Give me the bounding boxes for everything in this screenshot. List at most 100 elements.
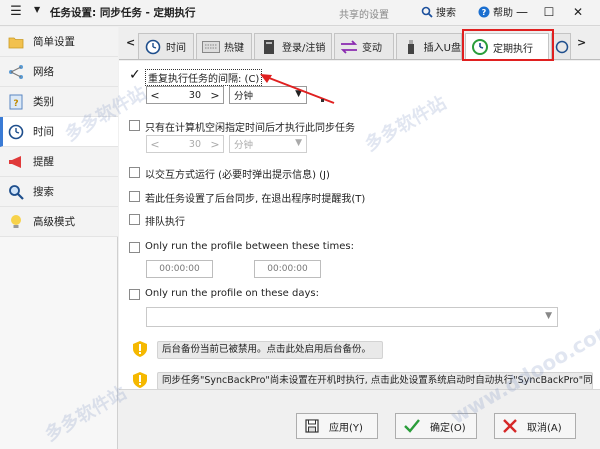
chevron-left-icon[interactable]: < xyxy=(147,138,163,151)
tab-usb[interactable]: 插入U盘 xyxy=(396,33,462,59)
search-button-label: 搜索 xyxy=(436,8,456,19)
help-button-label: 帮助 xyxy=(493,8,513,19)
ok-button[interactable]: 确定(O) xyxy=(395,413,477,439)
change-icon xyxy=(340,38,358,56)
magnifier-icon xyxy=(8,184,24,200)
svg-text:?: ? xyxy=(13,99,18,109)
sidebar-item-network[interactable]: 网络 xyxy=(0,57,118,87)
cancel-button[interactable]: 取消(A) xyxy=(494,413,576,439)
on-days-label: Only run the profile on these days: xyxy=(145,288,319,299)
sidebar: 简单设置 网络 ? 类别 时间 提醒 搜索 高级模式 xyxy=(0,27,118,449)
sidebar-item-simple-settings[interactable]: 简单设置 xyxy=(0,27,118,57)
apply-button[interactable]: 应用(Y) xyxy=(296,413,378,439)
warning-shield-icon xyxy=(133,341,147,357)
window-title: 任务设置: 同步任务 - 定期执行 xyxy=(50,7,196,19)
tab-label: 登录/注销 xyxy=(282,43,326,54)
idle-time-unit-select[interactable]: 分钟 ▼ xyxy=(229,135,307,153)
help-button[interactable]: ? 帮助 xyxy=(478,4,513,19)
chevron-right-icon[interactable]: > xyxy=(207,138,223,151)
minimize-button[interactable]: — xyxy=(512,3,532,21)
clock-icon xyxy=(8,124,24,140)
sidebar-item-search[interactable]: 搜索 xyxy=(0,177,118,207)
clock-icon xyxy=(554,38,570,56)
shared-settings-button[interactable]: 共享的设置 xyxy=(339,6,389,21)
start-time-input[interactable]: 00:00:00 xyxy=(146,260,213,278)
repeat-interval-stepper[interactable]: < 30 > xyxy=(146,86,224,104)
startup-not-set-notice[interactable]: 同步任务"SyncBackPro"尚未设置在开机时执行, 点击此处设置系统启动时… xyxy=(157,372,593,390)
search-icon xyxy=(421,6,433,18)
apply-button-label: 应用(Y) xyxy=(329,422,363,434)
background-sync-checkbox[interactable] xyxy=(129,191,140,202)
dot-mark xyxy=(321,99,324,102)
category-icon: ? xyxy=(8,94,24,110)
queue-checkbox[interactable] xyxy=(129,214,140,225)
interactive-label: 以交互方式运行 (必要时弹出提示信息) (J) xyxy=(145,170,330,181)
repeat-interval-unit: 分钟 xyxy=(234,91,254,102)
sidebar-item-time[interactable]: 时间 xyxy=(0,117,118,147)
svg-text:?: ? xyxy=(482,8,487,17)
days-select[interactable]: ▼ xyxy=(146,307,558,327)
sidebar-item-label: 搜索 xyxy=(33,186,54,198)
end-time-input[interactable]: 00:00:00 xyxy=(254,260,321,278)
ok-button-label: 确定(O) xyxy=(430,422,466,434)
tab-label: 热键 xyxy=(224,43,244,54)
sidebar-item-label: 时间 xyxy=(33,126,54,138)
save-icon xyxy=(305,419,319,433)
tab-login-logout[interactable]: 登录/注销 xyxy=(254,33,332,59)
tab-label: 插入U盘 xyxy=(423,43,461,54)
chevron-down-icon: ▼ xyxy=(295,138,302,148)
hamburger-menu-icon[interactable]: ☰ xyxy=(8,4,24,20)
title-bar: ☰ ▼ 任务设置: 同步任务 - 定期执行 共享的设置 搜索 ? 帮助 — ☐ … xyxy=(0,0,600,26)
tab-overflow[interactable] xyxy=(551,33,571,59)
highlight-annotation xyxy=(462,29,554,61)
chevron-down-icon[interactable]: ▼ xyxy=(34,5,40,14)
close-icon xyxy=(503,419,517,433)
computer-icon xyxy=(260,38,278,56)
lightbulb-icon xyxy=(8,214,24,230)
tab-hotkey[interactable]: 热键 xyxy=(196,33,252,59)
megaphone-icon xyxy=(8,154,24,170)
repeat-interval-checkbox[interactable]: ✓ xyxy=(129,68,141,82)
search-button[interactable]: 搜索 xyxy=(421,4,456,19)
sidebar-item-label: 提醒 xyxy=(33,156,54,168)
chevron-down-icon: ▼ xyxy=(545,311,552,321)
sidebar-item-label: 高级模式 xyxy=(33,216,75,228)
queue-label: 排队执行 xyxy=(145,217,185,228)
chevron-right-icon[interactable]: > xyxy=(207,89,223,102)
tab-scroll-left-icon[interactable]: < xyxy=(126,36,135,49)
idle-only-checkbox[interactable] xyxy=(129,120,140,131)
clock-icon xyxy=(144,38,162,56)
sidebar-item-label: 类别 xyxy=(33,96,54,108)
idle-time-value: 30 xyxy=(188,138,201,150)
on-days-checkbox[interactable] xyxy=(129,289,140,300)
check-icon xyxy=(404,419,420,433)
warning-shield-icon xyxy=(133,372,147,388)
between-times-checkbox[interactable] xyxy=(129,242,140,253)
cancel-button-label: 取消(A) xyxy=(527,422,562,434)
backup-disabled-notice[interactable]: 后台备份当前已被禁用。点击此处启用后台备份。 xyxy=(157,341,383,359)
between-times-label: Only run the profile between these times… xyxy=(145,241,354,252)
tab-change[interactable]: 变动 xyxy=(334,33,394,59)
tab-scroll-right-icon[interactable]: > xyxy=(577,36,586,49)
sidebar-item-label: 简单设置 xyxy=(33,36,75,48)
idle-time-unit: 分钟 xyxy=(234,140,254,151)
keyboard-icon xyxy=(202,38,220,56)
usb-icon xyxy=(402,38,420,56)
idle-time-stepper[interactable]: < 30 > xyxy=(146,135,224,153)
background-sync-label: 若此任务设置了后台同步, 在退出程序时提醒我(T) xyxy=(145,194,366,205)
content-panel xyxy=(119,61,600,389)
repeat-interval-value: 30 xyxy=(188,89,201,101)
chevron-left-icon[interactable]: < xyxy=(147,89,163,102)
network-icon xyxy=(8,64,24,80)
tab-time[interactable]: 时间 xyxy=(138,33,194,59)
tab-label: 时间 xyxy=(166,43,186,54)
interactive-checkbox[interactable] xyxy=(129,167,140,178)
close-button[interactable]: ✕ xyxy=(568,3,588,21)
help-icon: ? xyxy=(478,6,490,17)
maximize-button[interactable]: ☐ xyxy=(539,3,559,21)
sidebar-item-advanced-mode[interactable]: 高级模式 xyxy=(0,207,118,237)
sidebar-item-notify[interactable]: 提醒 xyxy=(0,147,118,177)
idle-only-label: 只有在计算机空闲指定时间后才执行此同步任务 xyxy=(145,123,355,134)
sidebar-item-category[interactable]: ? 类别 xyxy=(0,87,118,117)
repeat-interval-label: 重复执行任务的间隔: (C) xyxy=(145,69,263,86)
